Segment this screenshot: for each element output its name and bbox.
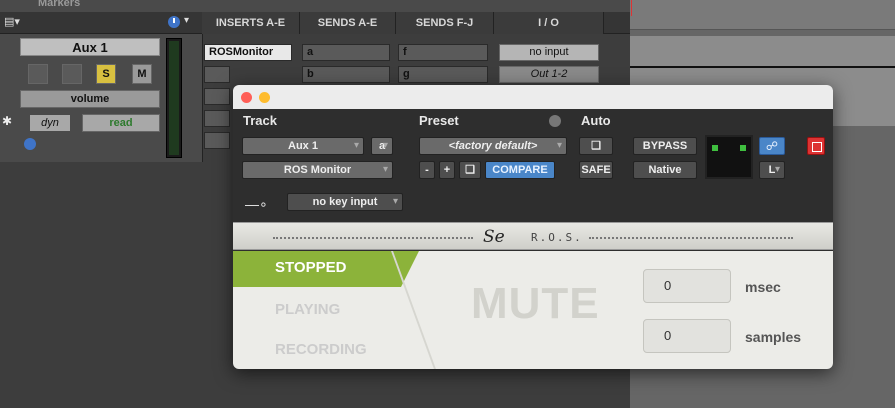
preset-prev-button[interactable]: - (419, 161, 435, 179)
track-strip: Aux 1 S M volume ✱ dyn read (0, 34, 203, 162)
plugin-select[interactable]: ROS Monitor (242, 161, 393, 179)
insert-slot-e[interactable] (204, 132, 230, 149)
track-header: Track (243, 113, 277, 128)
column-sends-a-e[interactable]: SENDS A-E (300, 12, 396, 34)
state-recording[interactable]: RECORDING (275, 341, 367, 358)
key-input-select[interactable]: no key input (287, 193, 403, 211)
samples-field[interactable]: 0 (643, 319, 731, 353)
level-meter (166, 38, 182, 158)
state-playing[interactable]: PLAYING (275, 301, 340, 318)
insert-slot-d[interactable] (204, 110, 230, 127)
insert-slot-b[interactable] (204, 66, 230, 83)
safe-button[interactable]: SAFE (579, 161, 613, 179)
preset-menu-icon[interactable] (549, 115, 561, 127)
msec-field[interactable]: 0 (643, 269, 731, 303)
compare-button[interactable]: COMPARE (485, 161, 555, 179)
signal-indicator (705, 135, 753, 179)
samples-unit: samples (745, 329, 802, 345)
plugin-window: Track Preset Auto Aux 1 a ROS Monitor <f… (233, 85, 833, 369)
solo-button[interactable]: S (96, 64, 116, 84)
state-stopped[interactable]: STOPPED (275, 259, 346, 276)
insert-slot-c[interactable] (204, 88, 230, 105)
input-monitor-button[interactable] (62, 64, 82, 84)
column-sends-f-j[interactable]: SENDS F-J (396, 12, 494, 34)
view-selector-icon[interactable]: ▤▾ (4, 15, 30, 31)
input-selector[interactable]: no input (499, 44, 599, 61)
product-name: R.O.S. (531, 231, 583, 244)
preset-select[interactable]: <factory default> (419, 137, 567, 155)
playhead-cursor[interactable] (631, 0, 632, 16)
insert-slot-a[interactable]: ROSMonitor (204, 44, 292, 61)
output-selector[interactable]: Out 1-2 (499, 66, 599, 83)
bypass-button[interactable]: BYPASS (633, 137, 697, 155)
send-slot-b[interactable]: b (302, 66, 390, 83)
record-target-icon[interactable] (807, 137, 825, 155)
timeline-ruler[interactable] (630, 0, 895, 30)
plugin-titlebar[interactable] (233, 85, 833, 109)
automation-line[interactable] (630, 66, 895, 68)
comments-icon[interactable] (24, 138, 36, 150)
track-select[interactable]: Aux 1 (242, 137, 364, 155)
mute-label[interactable]: MUTE (471, 279, 600, 329)
auto-window-icon[interactable]: ❏ (579, 137, 613, 155)
brand-logo: Se (483, 227, 505, 247)
key-icon: ⎯⎯∘ (245, 197, 268, 213)
send-slot-g[interactable]: g (398, 66, 488, 83)
link-icon[interactable]: ☍ (759, 137, 785, 155)
native-button[interactable]: Native (633, 161, 697, 179)
mute-button[interactable]: M (132, 64, 152, 84)
minimize-window-button[interactable] (259, 92, 270, 103)
preset-window-icon[interactable]: ❏ (459, 161, 481, 179)
automation-param-select[interactable]: volume (20, 90, 160, 108)
send-slot-a[interactable]: a (302, 44, 390, 61)
track-letter-select[interactable]: a (371, 137, 393, 155)
star-icon[interactable]: ✱ (2, 114, 12, 128)
channel-select[interactable]: L (759, 161, 785, 179)
markers-ruler[interactable]: Markers (0, 0, 630, 12)
preset-header: Preset (419, 113, 459, 128)
column-inserts-a-e[interactable]: INSERTS A-E (202, 12, 300, 34)
close-window-button[interactable] (241, 92, 252, 103)
chevron-down-icon[interactable]: ▾ (184, 15, 189, 26)
automation-mode-select[interactable]: read (82, 114, 160, 132)
dots-left (273, 237, 473, 239)
record-button[interactable] (28, 64, 48, 84)
column-header-row: ▤▾ ▾ INSERTS A-E SENDS A-E SENDS F-J I /… (0, 12, 630, 34)
ros-panel: STOPPED PLAYING RECORDING MUTE 0 msec 0 … (233, 251, 833, 369)
dyn-label[interactable]: dyn (30, 115, 70, 131)
column-io[interactable]: I / O (494, 12, 604, 34)
markers-label: Markers (38, 0, 81, 9)
clock-icon[interactable] (168, 16, 180, 28)
track-name[interactable]: Aux 1 (20, 38, 160, 56)
preset-next-button[interactable]: + (439, 161, 455, 179)
msec-unit: msec (745, 279, 781, 295)
dots-right (589, 237, 793, 239)
ros-header-strip: Se R.O.S. (233, 222, 833, 250)
auto-header: Auto (581, 113, 611, 128)
send-slot-f[interactable]: f (398, 44, 488, 61)
